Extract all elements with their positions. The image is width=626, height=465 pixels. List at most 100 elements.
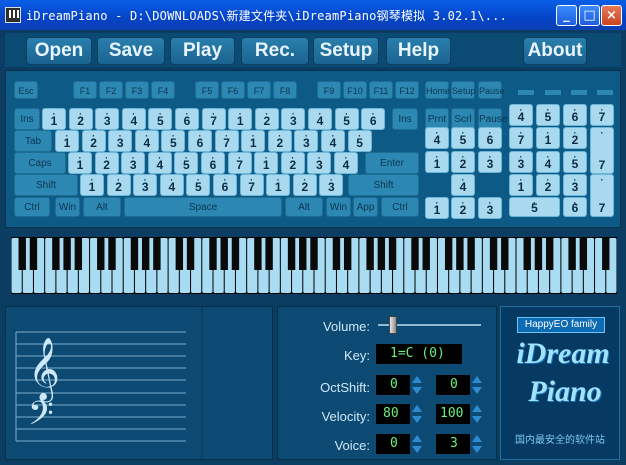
numpad-note-key-14[interactable]: · 7: [590, 174, 614, 217]
nav-note-key-3[interactable]: · 1: [425, 151, 449, 173]
note-key-row1-4[interactable]: · 5: [148, 108, 173, 130]
tab-key[interactable]: Tab: [14, 130, 52, 152]
note-key-row4-3[interactable]: · 4: [159, 174, 184, 196]
bottom-key-2[interactable]: Alt: [83, 197, 121, 217]
note-key-row3-9[interactable]: · 3: [307, 152, 332, 174]
piano-black-key[interactable]: [456, 238, 464, 270]
numpad-note-key-11[interactable]: · 1: [509, 174, 533, 196]
fkey-2[interactable]: F2: [99, 81, 123, 99]
note-key-row2-7[interactable]: · 1: [241, 130, 266, 152]
note-key-row1-1[interactable]: · 2: [68, 108, 93, 130]
piano-black-key[interactable]: [366, 238, 374, 270]
piano-black-key[interactable]: [332, 238, 341, 270]
note-key-row2-4[interactable]: · 5: [161, 130, 186, 152]
note-key-row1-0[interactable]: · 1: [42, 108, 66, 130]
piano-black-key[interactable]: [52, 238, 60, 270]
voice-left-spinner[interactable]: [412, 434, 422, 454]
fkey-4[interactable]: F4: [151, 81, 175, 99]
volume-slider[interactable]: [378, 315, 481, 335]
fkey-0[interactable]: Esc: [14, 81, 38, 99]
fkey-14[interactable]: Setup: [451, 81, 476, 99]
about-button[interactable]: About: [523, 37, 587, 65]
nav-note-key-0[interactable]: · 4: [425, 127, 449, 149]
numpad-note-key-16[interactable]: · 6: [563, 197, 587, 217]
left-shift-key[interactable]: Shift: [14, 174, 78, 196]
piano-black-key[interactable]: [343, 238, 352, 270]
piano-black-key[interactable]: [411, 238, 419, 270]
piano-black-key[interactable]: [545, 238, 554, 270]
fkey-3[interactable]: F3: [125, 81, 149, 99]
right-shift-key[interactable]: Shift: [348, 174, 419, 196]
fkey-15[interactable]: Pause: [478, 81, 505, 99]
setup-button[interactable]: Setup: [313, 37, 379, 65]
numpad-note-key-4[interactable]: · 7: [509, 127, 533, 149]
piano-black-key[interactable]: [501, 238, 509, 270]
fkey-5[interactable]: F5: [195, 81, 219, 99]
numpad-note-key-10[interactable]: · 5: [563, 151, 587, 173]
piano-black-key[interactable]: [153, 238, 161, 270]
numpad-note-key-12[interactable]: · 2: [536, 174, 560, 196]
note-key-row4-7[interactable]: · 1: [266, 174, 291, 196]
numpad-note-key-8[interactable]: · 3: [509, 151, 533, 173]
numpad-note-key-9[interactable]: · 4: [536, 151, 560, 173]
piano-black-key[interactable]: [220, 238, 228, 270]
fkey-12[interactable]: F12: [395, 81, 419, 99]
piano-black-key[interactable]: [254, 238, 262, 270]
backtick-key[interactable]: Ins: [14, 108, 40, 130]
fkey-1[interactable]: F1: [73, 81, 97, 99]
numpad-note-key-7[interactable]: · 7: [590, 127, 614, 174]
octshift-right-value[interactable]: 0: [436, 375, 470, 395]
piano-black-key[interactable]: [231, 238, 240, 270]
velocity-right-value[interactable]: 100: [436, 404, 470, 424]
caps-key[interactable]: Caps: [14, 152, 66, 174]
voice-right-value[interactable]: 3: [436, 434, 470, 454]
piano-black-key[interactable]: [534, 238, 543, 270]
fkey-9[interactable]: F9: [317, 81, 341, 99]
velocity-right-spinner[interactable]: [472, 404, 482, 424]
title-bar[interactable]: iDreamPiano - D:\DOWNLOADS\新建文件夹\iDreamP…: [0, 0, 626, 30]
piano-black-key[interactable]: [18, 238, 26, 270]
octshift-right-spinner[interactable]: [472, 375, 482, 395]
numpad-note-key-13[interactable]: · 3: [563, 174, 587, 196]
note-key-row1-3[interactable]: · 4: [121, 108, 146, 130]
note-key-row4-5[interactable]: · 6: [213, 174, 237, 196]
piano-black-key[interactable]: [74, 238, 83, 270]
bottom-key-1[interactable]: Win: [55, 197, 80, 217]
piano-black-key[interactable]: [388, 238, 397, 270]
nav-note-key-8[interactable]: · 2: [451, 197, 475, 219]
piano-keyboard[interactable]: [11, 237, 617, 294]
fkey-13[interactable]: Home: [425, 81, 450, 99]
note-key-row4-6[interactable]: · 7: [239, 174, 264, 196]
note-key-row3-7[interactable]: · 1: [254, 152, 279, 174]
note-key-row2-8[interactable]: · 2: [267, 130, 292, 152]
piano-black-key[interactable]: [467, 238, 475, 270]
octshift-left-spinner[interactable]: [412, 375, 422, 395]
fkey-7[interactable]: F7: [247, 81, 271, 99]
bottom-key-7[interactable]: Ctrl: [381, 197, 419, 217]
minimize-button[interactable]: _: [556, 5, 577, 26]
note-key-row4-2[interactable]: · 3: [133, 174, 158, 196]
note-key-row2-10[interactable]: · 4: [321, 130, 345, 152]
note-key-row1-11[interactable]: · 5: [334, 108, 359, 130]
velocity-left-spinner[interactable]: [412, 404, 422, 424]
note-key-row2-9[interactable]: · 3: [294, 130, 319, 152]
piano-black-key[interactable]: [568, 238, 576, 270]
fkey-11[interactable]: F11: [369, 81, 393, 99]
key-display[interactable]: 1=C (0): [376, 344, 462, 364]
piano-black-key[interactable]: [63, 238, 71, 270]
numpad-note-key-6[interactable]: · 2: [563, 127, 587, 149]
nav-note-key-5[interactable]: · 3: [478, 151, 502, 173]
note-key-row3-10[interactable]: · 4: [334, 152, 358, 174]
nav-note-key-6[interactable]: · 4: [451, 174, 475, 196]
note-key-row1-7[interactable]: · 1: [228, 108, 253, 130]
nav-note-key-4[interactable]: · 2: [451, 151, 475, 173]
note-key-row1-10[interactable]: · 4: [308, 108, 332, 130]
note-key-row2-3[interactable]: · 4: [134, 130, 159, 152]
piano-black-key[interactable]: [97, 238, 105, 270]
note-key-row2-1[interactable]: · 2: [81, 130, 106, 152]
bottom-key-4[interactable]: Alt: [285, 197, 323, 217]
save-button[interactable]: Save: [97, 37, 165, 65]
close-button[interactable]: ×: [601, 5, 622, 26]
numpad-note-key-3[interactable]: · 7: [590, 104, 614, 126]
note-key-row2-0[interactable]: · 1: [55, 130, 79, 152]
